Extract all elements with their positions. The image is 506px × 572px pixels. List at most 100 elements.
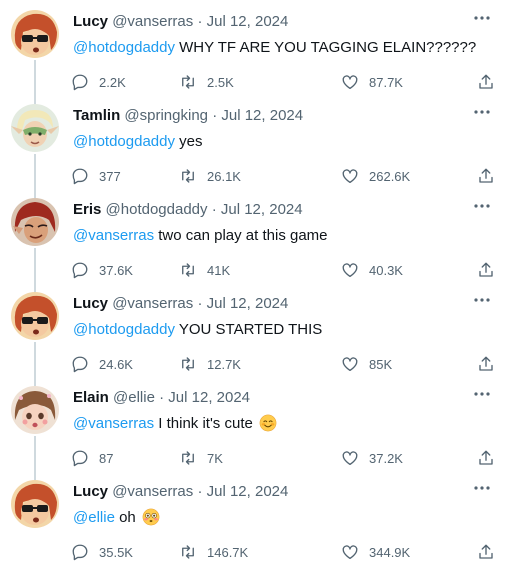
display-name[interactable]: Lucy	[73, 483, 108, 500]
more-options-icon[interactable]	[472, 104, 492, 120]
like-count: 85K	[369, 356, 393, 372]
more-options-icon[interactable]	[472, 292, 492, 308]
tweet-body: YOU STARTED THIS	[174, 321, 323, 338]
more-options-icon[interactable]	[472, 10, 492, 26]
tweet-body: WHY TF ARE YOU TAGGING ELAIN??????	[174, 39, 477, 56]
eris-avatar[interactable]	[11, 198, 59, 246]
avatar[interactable]	[11, 292, 59, 340]
tweet[interactable]: Eris @hotdogdaddy · Jul 12, 2024 @vanser…	[0, 188, 506, 282]
share-button[interactable]	[477, 166, 495, 186]
retweet-icon	[182, 451, 194, 465]
like-button[interactable]: 40.3K	[341, 260, 403, 280]
avatar[interactable]	[11, 480, 59, 528]
tweet[interactable]: Lucy @vanserras · Jul 12, 2024 @hotdogda…	[0, 282, 506, 376]
retweet-icon	[182, 357, 194, 371]
avatar[interactable]	[11, 386, 59, 434]
mention-link[interactable]: @vanserras	[73, 227, 154, 244]
tweet-text: @vanserras two can play at this game	[73, 226, 328, 246]
share-button[interactable]	[477, 260, 495, 280]
retweet-button[interactable]: 2.5K	[179, 72, 234, 92]
more-options-icon[interactable]	[472, 386, 492, 402]
retweet-button[interactable]: 41K	[179, 260, 230, 280]
reply-count: 377	[99, 168, 121, 184]
separator-dot: ·	[197, 295, 203, 312]
retweet-count: 41K	[207, 262, 231, 278]
tweet[interactable]: Elain @ellie · Jul 12, 2024 @vanserras I…	[0, 376, 506, 470]
user-handle[interactable]: @hotdogdaddy	[106, 201, 208, 218]
share-button[interactable]	[477, 72, 495, 92]
tamlin-avatar[interactable]	[11, 104, 59, 152]
user-handle[interactable]: @vanserras	[112, 295, 193, 312]
reply-button[interactable]: 2.2K	[71, 72, 126, 92]
share-icon	[479, 356, 493, 371]
reply-icon	[72, 356, 88, 373]
share-icon	[479, 450, 493, 465]
avatar[interactable]	[11, 198, 59, 246]
tweet[interactable]: Lucy @vanserras · Jul 12, 2024 @ellie oh	[0, 470, 506, 564]
reply-button[interactable]: 35.5K	[71, 542, 133, 562]
avatar[interactable]	[11, 104, 59, 152]
user-handle[interactable]: @springking	[124, 107, 208, 124]
tweet-date[interactable]: Jul 12, 2024	[168, 389, 250, 406]
like-button[interactable]: 344.9K	[341, 542, 410, 562]
reply-button[interactable]: 24.6K	[71, 354, 133, 374]
display-name[interactable]: Lucy	[73, 13, 108, 30]
retweet-button[interactable]: 12.7K	[179, 354, 241, 374]
retweet-button[interactable]: 146.7K	[179, 542, 248, 562]
more-options-icon[interactable]	[472, 198, 492, 214]
like-button[interactable]: 85K	[341, 354, 392, 374]
share-button[interactable]	[477, 354, 495, 374]
lucy-avatar[interactable]	[11, 10, 59, 58]
user-handle[interactable]: @ellie	[113, 389, 155, 406]
separator-dot: ·	[159, 389, 165, 406]
share-icon	[479, 544, 493, 559]
reply-icon	[72, 450, 88, 467]
more-options-icon[interactable]	[472, 480, 492, 496]
tweet-header: Lucy @vanserras · Jul 12, 2024	[73, 295, 288, 313]
tweet-body: I think it's cute	[154, 415, 253, 432]
display-name[interactable]: Lucy	[73, 295, 108, 312]
mention-link[interactable]: @hotdogdaddy	[73, 133, 175, 150]
retweet-button[interactable]: 26.1K	[179, 166, 241, 186]
tweet[interactable]: Tamlin @springking · Jul 12, 2024 @hotdo…	[0, 94, 506, 188]
reply-button[interactable]: 377	[71, 166, 121, 186]
separator-dot: ·	[197, 483, 203, 500]
tweet-date[interactable]: Jul 12, 2024	[221, 201, 303, 218]
share-button[interactable]	[477, 448, 495, 468]
retweet-count: 7K	[207, 450, 223, 466]
tweet-text: @vanserras I think it's cute	[73, 414, 277, 434]
like-button[interactable]: 262.6K	[341, 166, 410, 186]
tweet-date[interactable]: Jul 12, 2024	[221, 107, 303, 124]
elain-avatar[interactable]	[11, 386, 59, 434]
mention-link[interactable]: @ellie	[73, 509, 115, 526]
reply-count: 37.6K	[99, 262, 133, 278]
retweet-icon	[182, 545, 194, 559]
mention-link[interactable]: @hotdogdaddy	[73, 321, 175, 338]
display-name[interactable]: Elain	[73, 389, 109, 406]
share-icon	[479, 262, 493, 277]
tweet-actions: 24.6K 12.7K 85K	[71, 354, 495, 374]
lucy-avatar[interactable]	[11, 292, 59, 340]
like-button[interactable]: 87.7K	[341, 72, 403, 92]
reply-icon	[72, 544, 88, 561]
lucy-avatar[interactable]	[11, 480, 59, 528]
mention-link[interactable]: @vanserras	[73, 415, 154, 432]
display-name[interactable]: Tamlin	[73, 107, 120, 124]
display-name[interactable]: Eris	[73, 201, 101, 218]
like-button[interactable]: 37.2K	[341, 448, 403, 468]
retweet-button[interactable]: 7K	[179, 448, 223, 468]
tweet[interactable]: Lucy @vanserras · Jul 12, 2024 @hotdogda…	[0, 0, 506, 94]
tweet-header: Eris @hotdogdaddy · Jul 12, 2024	[73, 201, 303, 219]
user-handle[interactable]: @vanserras	[112, 13, 193, 30]
retweet-icon	[182, 75, 194, 89]
share-button[interactable]	[477, 542, 495, 562]
user-handle[interactable]: @vanserras	[112, 483, 193, 500]
tweet-date[interactable]: Jul 12, 2024	[207, 483, 289, 500]
mention-link[interactable]: @hotdogdaddy	[73, 39, 175, 56]
heart-icon	[342, 75, 358, 90]
avatar[interactable]	[11, 10, 59, 58]
tweet-date[interactable]: Jul 12, 2024	[207, 13, 289, 30]
tweet-date[interactable]: Jul 12, 2024	[207, 295, 289, 312]
reply-button[interactable]: 37.6K	[71, 260, 133, 280]
reply-button[interactable]: 87	[71, 448, 113, 468]
